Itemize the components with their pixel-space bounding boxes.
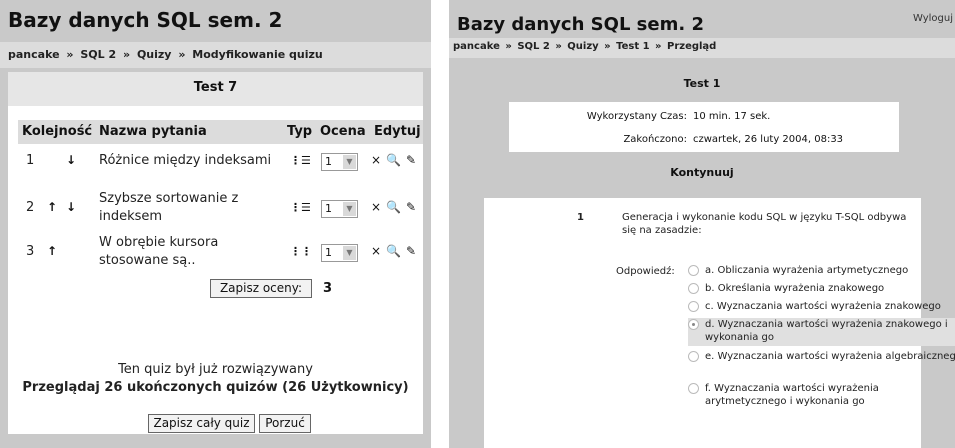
delete-icon[interactable]: × [371, 244, 381, 258]
answer-option[interactable]: b. Określania wyrażenia znakowego [688, 282, 955, 296]
grade-select[interactable]: 1 ▼ [321, 153, 358, 171]
question-number: 1 [577, 212, 584, 223]
breadcrumb-separator: » [505, 41, 512, 52]
move-down-icon[interactable]: ↓ [66, 200, 76, 214]
questions-table-header: Kolejność Nazwa pytania Typ Ocena Edytuj [18, 120, 423, 144]
radio-button[interactable] [688, 351, 699, 362]
chevron-down-icon: ▼ [343, 202, 356, 216]
time-used-label: Wykorzystany Czas: [586, 111, 687, 122]
breadcrumb-current: Modyfikowanie quizu [192, 48, 323, 61]
question-card: 1 Generacja i wykonanie kodu SQL w język… [484, 198, 955, 448]
breadcrumb-separator: » [66, 48, 74, 61]
course-title: Bazy danych SQL sem. 2 [457, 14, 704, 35]
chevron-down-icon: ▼ [343, 155, 356, 169]
radio-button[interactable] [688, 301, 699, 312]
attempt-summary: Wykorzystany Czas: 10 min. 17 sek. Zakoń… [509, 102, 899, 152]
breadcrumb-separator: » [604, 41, 611, 52]
time-used-value: 10 min. 17 sek. [693, 111, 771, 122]
question-row: 1 ↓ Różnice między indeksami ⋮☰ 1 ▼ × 🔍 ✎ [18, 150, 423, 190]
radio-button[interactable] [688, 283, 699, 294]
col-question-name: Nazwa pytania [99, 124, 207, 139]
breadcrumb-separator: » [122, 48, 131, 61]
logout-link[interactable]: Wyloguj [913, 13, 953, 24]
cancel-button[interactable]: Porzuć [259, 414, 311, 433]
col-grade: Ocena [320, 124, 366, 139]
total-grade: 3 [323, 281, 333, 296]
question-order: 2 [26, 200, 35, 215]
breadcrumb-sql2[interactable]: SQL 2 [517, 41, 550, 52]
breadcrumb-pancake[interactable]: pancake [8, 48, 60, 61]
breadcrumb-test1[interactable]: Test 1 [616, 41, 649, 52]
preview-icon[interactable]: 🔍 [386, 153, 401, 167]
breadcrumb-quizy[interactable]: Quizy [567, 41, 598, 52]
radio-button[interactable] [688, 383, 699, 394]
answer-label: Odpowiedź: [616, 266, 675, 277]
multichoice-icon: ⋮☰ [290, 154, 311, 167]
grade-select[interactable]: 1 ▼ [321, 200, 358, 218]
continue-link[interactable]: Kontynuuj [449, 166, 955, 179]
question-name[interactable]: W obrębie kursora stosowane są.. [99, 234, 279, 270]
edit-icon[interactable]: ✎ [406, 153, 416, 167]
course-title: Bazy danych SQL sem. 2 [8, 8, 283, 32]
answer-option[interactable]: f. Wyznaczania wartości wyrażenia arytme… [688, 382, 955, 410]
answer-option[interactable]: e. Wyznaczania wartości wyrażenia algebr… [688, 350, 955, 378]
quiz-edit-panel: Bazy danych SQL sem. 2 pancake » SQL 2 »… [0, 0, 431, 448]
breadcrumb-quizy[interactable]: Quizy [137, 48, 172, 61]
question-order: 3 [26, 244, 35, 259]
move-down-icon[interactable]: ↓ [66, 153, 76, 167]
chevron-down-icon: ▼ [343, 246, 356, 260]
finished-value: czwartek, 26 luty 2004, 08:33 [693, 134, 844, 145]
breadcrumb-pancake[interactable]: pancake [453, 41, 500, 52]
quiz-name: Test 1 [683, 77, 721, 90]
col-edit: Edytuj [374, 124, 421, 139]
edit-icon[interactable]: ✎ [406, 244, 416, 258]
edit-actions: × 🔍 ✎ [371, 244, 421, 258]
answer-option[interactable]: a. Obliczania wyrażenia artymetycznego [688, 264, 955, 278]
question-name[interactable]: Różnice między indeksami [99, 152, 279, 170]
multichoice-icon: ⋮☰ [290, 201, 311, 214]
question-name[interactable]: Szybsze sortowanie z indeksem [99, 190, 279, 226]
breadcrumb: pancake » SQL 2 » Quizy » Test 1 » Przeg… [449, 38, 955, 58]
col-type: Typ [287, 124, 313, 139]
col-order: Kolejność [22, 124, 93, 139]
save-quiz-button[interactable]: Zapisz cały quiz [148, 414, 255, 433]
attempted-note: Ten quiz był już rozwiązywany [118, 362, 313, 377]
breadcrumb-current: Przegląd [666, 41, 717, 52]
quiz-review-panel: Bazy danych SQL sem. 2 Wyloguj pancake »… [449, 0, 955, 448]
grade-select[interactable]: 1 ▼ [321, 244, 358, 262]
breadcrumb-separator: » [555, 41, 562, 52]
edit-actions: × 🔍 ✎ [371, 153, 421, 167]
answer-option[interactable]: c. Wyznaczania wartości wyrażenia znakow… [688, 300, 955, 314]
finished-label: Zakończono: [623, 134, 687, 145]
edit-icon[interactable]: ✎ [406, 200, 416, 214]
breadcrumb: pancake » SQL 2 » Quizy » Modyfikowanie … [0, 42, 431, 68]
question-row: 2 ↑ ↓ Szybsze sortowanie z indeksem ⋮☰ 1… [18, 186, 423, 226]
breadcrumb-separator: » [178, 48, 186, 61]
delete-icon[interactable]: × [371, 153, 381, 167]
edit-actions: × 🔍 ✎ [371, 200, 421, 214]
preview-icon[interactable]: 🔍 [386, 200, 401, 214]
multichoice-icon: ⋮⋮ [290, 245, 312, 258]
radio-button-checked[interactable] [688, 319, 699, 330]
move-up-icon[interactable]: ↑ [47, 244, 57, 258]
review-attempts-link[interactable]: Przeglądaj 26 ukończonych quizów (26 Uży… [8, 380, 423, 395]
question-row: 3 ↑ W obrębie kursora stosowane są.. ⋮⋮ … [18, 230, 423, 270]
preview-icon[interactable]: 🔍 [386, 244, 401, 258]
quiz-name: Test 7 [8, 72, 423, 106]
radio-button[interactable] [688, 265, 699, 276]
quiz-editor-card: Test 7 Kolejność Nazwa pytania Typ Ocena… [8, 72, 423, 434]
save-grades-button[interactable]: Zapisz oceny: [210, 279, 312, 298]
question-text: Generacja i wykonanie kodu SQL w języku … [622, 212, 907, 236]
answer-option-selected[interactable]: d. Wyznaczania wartości wyrażenia znakow… [688, 318, 955, 346]
breadcrumb-sql2[interactable]: SQL 2 [80, 48, 116, 61]
move-up-icon[interactable]: ↑ [47, 200, 57, 214]
breadcrumb-separator: » [655, 41, 662, 52]
question-order: 1 [26, 153, 35, 168]
delete-icon[interactable]: × [371, 200, 381, 214]
